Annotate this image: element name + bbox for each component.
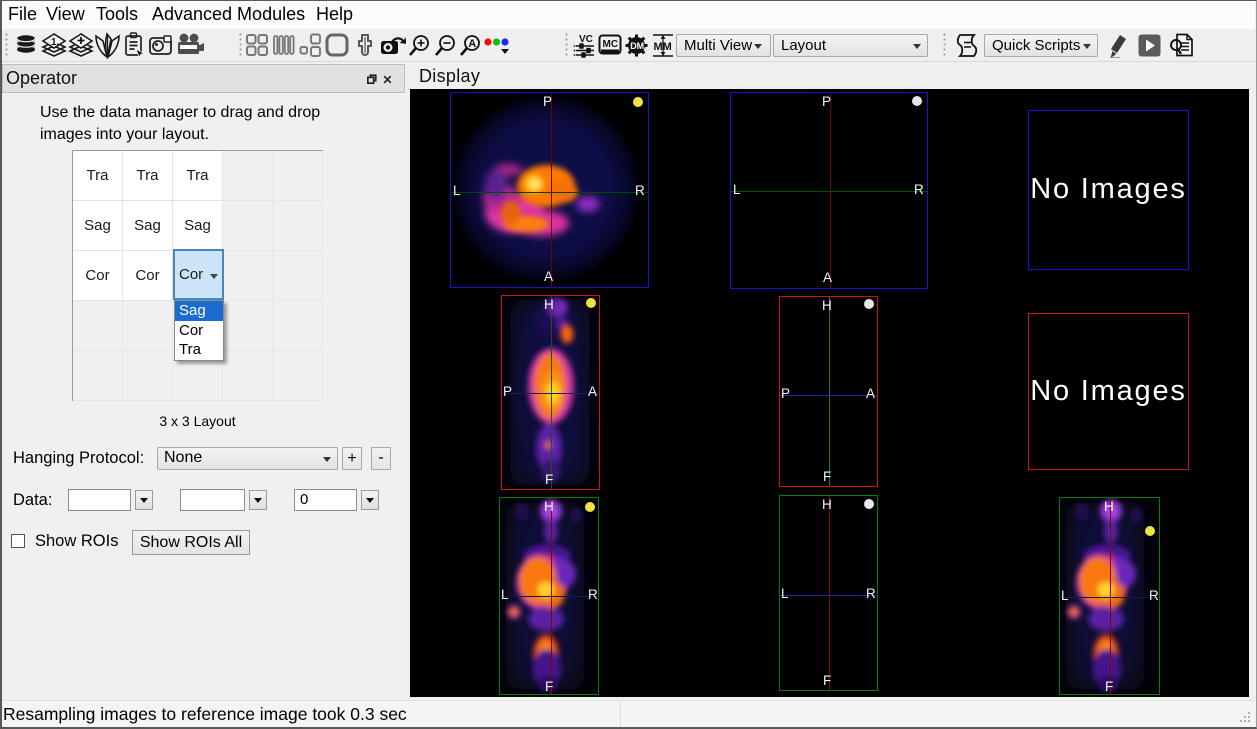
svg-text:MM: MM <box>654 41 672 53</box>
svg-text:1.: 1. <box>51 37 60 48</box>
svg-text:MC: MC <box>603 39 619 50</box>
svg-text:A: A <box>468 38 476 50</box>
svg-text:DM: DM <box>630 41 644 51</box>
